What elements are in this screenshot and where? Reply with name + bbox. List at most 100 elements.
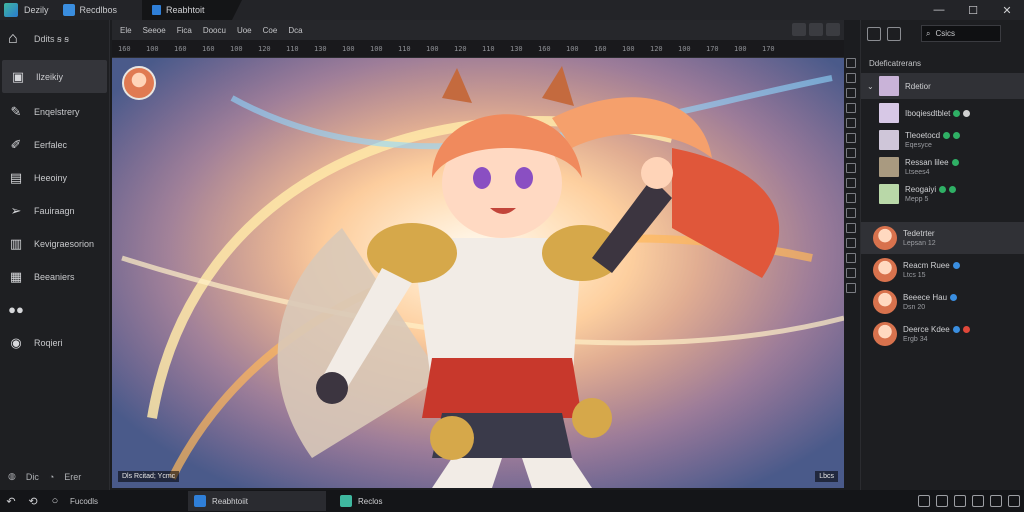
tool-icon[interactable] xyxy=(846,238,856,248)
status-dot xyxy=(952,326,960,334)
tray-icon[interactable] xyxy=(936,495,948,507)
menu-item-4[interactable]: Doocu xyxy=(203,26,226,35)
layer-row[interactable]: Ressan lilee Ltsees4 xyxy=(861,154,1024,180)
ruler-tick: 110 xyxy=(398,44,411,53)
menu-item-3[interactable]: Fica xyxy=(177,26,192,35)
circle-icon[interactable]: ○ xyxy=(44,490,66,512)
taskbar-task-active[interactable]: Reabhtoiit xyxy=(188,491,326,511)
minimize-button[interactable]: — xyxy=(922,0,956,20)
search-input[interactable]: ⌕ Csics xyxy=(921,25,1001,42)
menu-item-2[interactable]: Seeoe xyxy=(143,26,166,35)
tool-icon[interactable] xyxy=(846,223,856,233)
tool-icon[interactable] xyxy=(846,58,856,68)
tray-icon[interactable] xyxy=(918,495,930,507)
tray-icon[interactable] xyxy=(972,495,984,507)
ruler-tick: 170 xyxy=(762,44,775,53)
tray-icon[interactable] xyxy=(990,495,1002,507)
chevron-down-icon[interactable]: ⌄ xyxy=(867,82,875,91)
tool-strip xyxy=(844,58,858,308)
tool-icon[interactable] xyxy=(846,73,856,83)
tool-icon[interactable] xyxy=(846,103,856,113)
tool-icon[interactable] xyxy=(846,208,856,218)
sidebar-footer-label-1: Dic xyxy=(25,471,39,482)
sidebar-item-6[interactable]: ▥ Kevigraesorion xyxy=(0,227,109,260)
sidebar-item-3[interactable]: ✐ Eerfalec xyxy=(0,128,109,161)
menu-item-5[interactable]: Uoe xyxy=(237,26,252,35)
layer-thumbnail xyxy=(879,103,899,123)
link-icon: ●● xyxy=(8,302,24,317)
grid-view-icon[interactable] xyxy=(792,23,806,36)
status-dot xyxy=(951,159,959,167)
member-name: Reacm Ruee xyxy=(903,261,950,270)
layer-row[interactable]: ⌄ Rdetior xyxy=(861,73,1024,99)
layer-subtitle: Mepp 5 xyxy=(905,196,929,203)
sidebar-item-4[interactable]: ▤ Heeoiny xyxy=(0,161,109,194)
member-name: Deerce Kdee xyxy=(903,325,950,334)
maximize-button[interactable]: ☐ xyxy=(956,0,990,20)
menu-item-6[interactable]: Coe xyxy=(263,26,278,35)
status-dot xyxy=(953,132,961,140)
title-bar: Dezily Recdlbos Reabhtoit — ☐ ✕ xyxy=(0,0,1024,20)
sidebar-item-7[interactable]: ▦ Beeaniers xyxy=(0,260,109,293)
panel-toggle-icon[interactable] xyxy=(867,27,881,41)
artist-avatar[interactable] xyxy=(122,66,156,100)
tool-icon[interactable] xyxy=(846,88,856,98)
file-label[interactable]: Recdlbos xyxy=(80,5,118,15)
layer-row[interactable]: Tleoetocd Eqesyce xyxy=(861,127,1024,153)
sidebar-item-2[interactable]: ✎ Enqelstrery xyxy=(0,95,109,128)
layer-name: Tleoetocd Eqesyce xyxy=(905,131,961,149)
sidebar-footer-label-2: Erer xyxy=(64,471,82,482)
artwork-canvas[interactable]: Dls Rcitad; Ycmc Lbcs xyxy=(112,58,844,488)
status-dot xyxy=(963,109,971,117)
layer-name-text: Iboqiesdtblet xyxy=(905,108,951,118)
artwork-illustration xyxy=(112,58,844,488)
sidebar-home[interactable]: ⌂ Ddits ꞩ ꞩ xyxy=(0,20,109,58)
member-row[interactable]: Beeece Hau Dsn 20 xyxy=(861,286,1024,318)
refresh-icon[interactable]: ◔ xyxy=(49,472,54,482)
chart-icon: ▥ xyxy=(9,235,23,251)
panel-options-icon[interactable] xyxy=(887,27,901,41)
sidebar-home-label: Ddits ꞩ ꞩ xyxy=(34,33,69,44)
tool-icon[interactable] xyxy=(846,133,856,143)
menu-item-1[interactable]: Ele xyxy=(120,26,132,35)
tool-icon[interactable] xyxy=(846,178,856,188)
member-row[interactable]: Tedetrter Lepsan 12 xyxy=(861,222,1024,254)
history-icon[interactable]: ⟲ xyxy=(22,490,44,512)
layer-row[interactable]: Iboqiesdtblet xyxy=(861,100,1024,126)
sidebar-item-8[interactable]: ●● xyxy=(0,293,109,326)
taskbar-label: Fucodls xyxy=(70,496,99,506)
sidebar-item-9[interactable]: ◉ Roqieri xyxy=(0,326,109,359)
tool-icon[interactable] xyxy=(846,193,856,203)
member-subtitle: Dsn 20 xyxy=(903,304,926,311)
close-view-icon[interactable] xyxy=(826,23,840,36)
sidebar-item-1[interactable]: ▣ Ilzeikiy xyxy=(2,60,107,93)
tab-label: Reabhtoit xyxy=(166,5,205,15)
member-row[interactable]: Deerce Kdee Ergb 34 xyxy=(861,318,1024,350)
close-button[interactable]: ✕ xyxy=(990,0,1024,20)
tool-icon[interactable] xyxy=(846,163,856,173)
tool-icon[interactable] xyxy=(846,148,856,158)
taskbar-task[interactable]: Reclos xyxy=(334,491,434,511)
tray-icon[interactable] xyxy=(1008,495,1020,507)
menu-item-7[interactable]: Dca xyxy=(288,26,302,35)
member-row[interactable]: Reacm Ruee Ltcs 15 xyxy=(861,254,1024,286)
member-subtitle: Lepsan 12 xyxy=(903,240,936,247)
back-icon[interactable]: ↶ xyxy=(0,490,22,512)
canvas-corner-label[interactable]: Lbcs xyxy=(815,471,838,482)
tray-icon[interactable] xyxy=(954,495,966,507)
tool-icon[interactable] xyxy=(846,283,856,293)
tool-icon[interactable] xyxy=(846,253,856,263)
ruler-tick: 100 xyxy=(230,44,243,53)
sidebar-item-5[interactable]: ➢ Fauiraagn xyxy=(0,194,109,227)
location-icon[interactable]: ◍ xyxy=(8,471,16,482)
tool-icon[interactable] xyxy=(846,268,856,278)
layer-row[interactable]: Reogaiyi Mepp 5 xyxy=(861,181,1024,207)
member-name: Beeece Hau xyxy=(903,293,948,302)
tool-icon[interactable] xyxy=(846,118,856,128)
ruler-tick: 160 xyxy=(594,44,607,53)
tab-active-document[interactable]: Reabhtoit xyxy=(142,0,242,20)
sidebar-footer: ◍ Dic ◔ Erer xyxy=(8,471,81,482)
list-view-icon[interactable] xyxy=(809,23,823,36)
app-logo-icon xyxy=(4,3,18,17)
settings-icon: ◉ xyxy=(10,334,22,350)
